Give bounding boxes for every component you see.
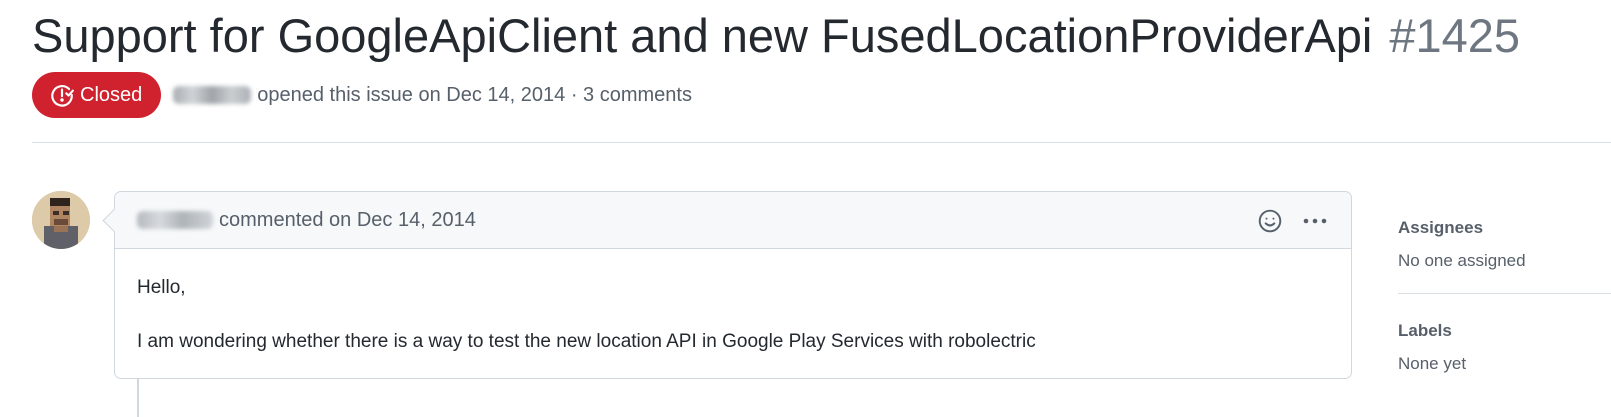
labels-value: None yet bbox=[1398, 354, 1467, 373]
issue-page: Support for GoogleApiClient and new Fuse… bbox=[0, 0, 1611, 417]
smiley-icon bbox=[1258, 209, 1282, 232]
header-divider bbox=[32, 142, 1611, 143]
assignees-value: No one assigned bbox=[1398, 251, 1526, 270]
comment-paragraph: I am wondering whether there is a way to… bbox=[137, 331, 1036, 352]
labels-heading[interactable]: Labels bbox=[1398, 316, 1611, 346]
issue-meta-row: Closed opened this issue on Dec 14, 2014… bbox=[32, 72, 692, 118]
assignees-heading[interactable]: Assignees bbox=[1398, 213, 1611, 243]
issue-number: #1425 bbox=[1389, 9, 1521, 62]
avatar-image bbox=[32, 191, 90, 249]
comment-header: commented on Dec 14, 2014 bbox=[115, 192, 1351, 249]
comment-meta: commented on Dec 14, 2014 bbox=[219, 208, 476, 231]
labels-section: Labels None yet bbox=[1398, 316, 1611, 396]
kebab-horizontal-icon bbox=[1303, 218, 1327, 223]
comment-paragraph: Hello, bbox=[137, 277, 186, 298]
issue-meta-text: opened this issue on Dec 14, 2014 · 3 co… bbox=[257, 83, 692, 106]
assignees-section: Assignees No one assigned bbox=[1398, 213, 1611, 293]
issue-closed-icon bbox=[51, 84, 74, 107]
comment-actions bbox=[1257, 192, 1329, 249]
state-badge: Closed bbox=[32, 72, 162, 118]
avatar[interactable] bbox=[32, 191, 90, 249]
comment-body: Hello, I am wondering whether there is a… bbox=[115, 249, 1351, 355]
issue-sidebar: Assignees No one assigned Labels None ye… bbox=[1398, 213, 1611, 396]
comment-box: commented on Dec 14, 2014 Hello, I am wo… bbox=[114, 191, 1352, 379]
issue-author-link[interactable] bbox=[173, 86, 252, 104]
comment-author-link[interactable] bbox=[137, 211, 213, 229]
sidebar-divider bbox=[1398, 293, 1611, 294]
comment-options-button[interactable] bbox=[1301, 208, 1329, 234]
timeline-line bbox=[137, 379, 139, 417]
add-reaction-button[interactable] bbox=[1257, 208, 1283, 234]
issue-title-text: Support for GoogleApiClient and new Fuse… bbox=[32, 9, 1373, 62]
issue-title: Support for GoogleApiClient and new Fuse… bbox=[32, 8, 1520, 64]
state-label: Closed bbox=[80, 83, 143, 106]
